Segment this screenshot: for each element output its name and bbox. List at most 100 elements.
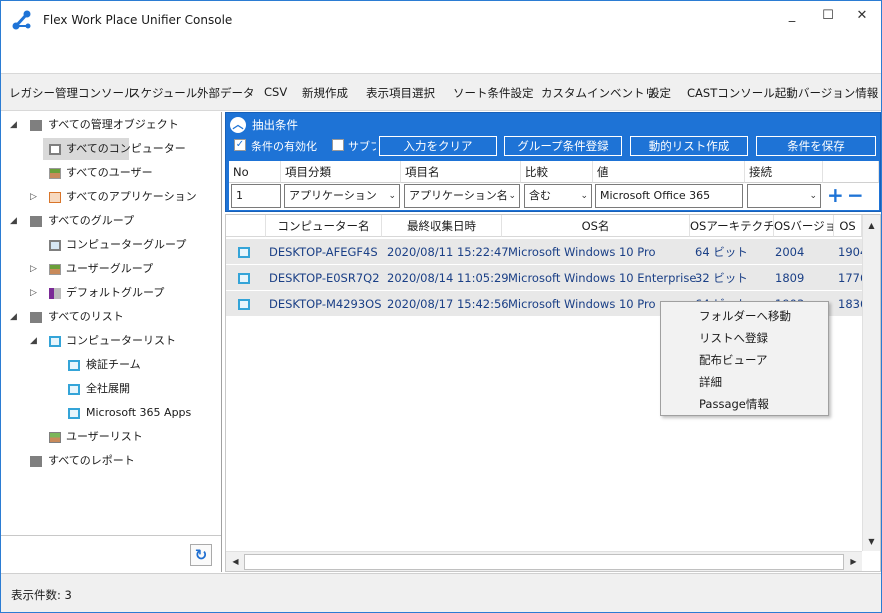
tree-item-computer-list[interactable]: ◢ コンピューターリスト [1, 330, 221, 352]
chevron-down-icon[interactable]: ⌄ [809, 185, 817, 207]
tree-item-all-reports[interactable]: すべてのレポート [1, 450, 221, 472]
app-window: Flex Work Place Unifier Console _ ☐ ✕ レガ… [0, 0, 882, 613]
application-icon [49, 192, 61, 203]
tree-item-all-users[interactable]: すべてのユーザー [43, 162, 213, 184]
menu-display-items[interactable]: 表示項目選択 [366, 85, 435, 101]
column-header-os-architecture[interactable]: OSアーキテクチャ [690, 215, 774, 237]
column-header-item-name: 項目名 [401, 161, 521, 183]
save-condition-button[interactable]: 条件を保存 [756, 136, 876, 156]
menu-sort-settings[interactable]: ソート条件設定 [453, 85, 534, 101]
os-version-cell: 2004 [775, 245, 805, 259]
chevron-down-icon[interactable]: ⌄ [388, 185, 396, 207]
computer-icon [238, 247, 250, 258]
chevron-down-icon[interactable]: ⌄ [580, 185, 588, 207]
menu-external-data[interactable]: 外部データ [197, 85, 255, 101]
value-input[interactable]: Microsoft Office 365 [595, 184, 743, 208]
tree-item-verification-team[interactable]: 検証チーム [1, 354, 221, 376]
menu-legacy-console[interactable]: レガシー管理コンソール [9, 85, 136, 101]
expanded-arrow-icon[interactable]: ◢ [10, 210, 17, 232]
expanded-arrow-icon[interactable]: ◢ [10, 114, 17, 136]
column-header-last-collected[interactable]: 最終収集日時 [382, 215, 502, 237]
title-bar: Flex Work Place Unifier Console _ ☐ ✕ [1, 1, 881, 65]
menu-settings[interactable]: 設定 [648, 85, 671, 101]
clear-input-button[interactable]: 入力をクリア [379, 136, 497, 156]
status-bar: 表示件数: 3 [1, 573, 881, 612]
menu-schedule[interactable]: スケジュール [129, 85, 197, 101]
collapsed-arrow-icon[interactable]: ▷ [30, 186, 37, 208]
tree-item-label: すべての管理オブジェクト [48, 118, 179, 131]
scroll-down-icon[interactable]: ▼ [863, 533, 880, 550]
close-button[interactable]: ✕ [847, 5, 877, 27]
tree-item-computer-group[interactable]: コンピューターグループ [1, 234, 221, 256]
column-header-compare: 比較 [521, 161, 593, 183]
sub-checkbox[interactable] [332, 139, 344, 151]
menu-custom-inventory[interactable]: カスタムインベントリ [541, 85, 656, 101]
context-move-to-folder[interactable]: フォルダーへ移動 [699, 305, 791, 327]
filter-title: 抽出条件 [252, 118, 298, 132]
tree-item-default-group[interactable]: ▷ デフォルトグループ [1, 282, 221, 304]
remove-condition-icon[interactable]: − [847, 185, 864, 205]
column-header-os-build[interactable]: OS [834, 215, 862, 237]
column-header-computer-name[interactable]: コンピューター名 [266, 215, 382, 237]
expanded-arrow-icon[interactable]: ◢ [30, 330, 37, 352]
menu-version-info[interactable]: バージョン情報 [798, 85, 878, 101]
enable-condition-checkbox[interactable]: ✓ [234, 139, 246, 151]
column-header-value: 値 [593, 161, 745, 183]
context-menu: フォルダーへ移動 リストへ登録 配布ビューア 詳細 Passage情報 [660, 301, 829, 416]
menu-bar: レガシー管理コンソール スケジュール 外部データ CSV 新規作成 表示項目選択… [1, 73, 881, 111]
scroll-up-icon[interactable]: ▲ [863, 217, 880, 234]
computer-name-cell: DESKTOP-AFEGF4S [269, 245, 378, 259]
category-select[interactable]: アプリケーション ⌄ [284, 184, 400, 208]
register-group-condition-button[interactable]: グループ条件登録 [504, 136, 622, 156]
tree-footer: ↻ [1, 535, 221, 572]
condition-no-field[interactable]: 1 [231, 184, 281, 208]
column-header-os-name[interactable]: OS名 [502, 215, 690, 237]
context-details[interactable]: 詳細 [699, 371, 722, 393]
scroll-left-icon[interactable]: ◀ [227, 553, 244, 570]
vertical-scrollbar[interactable]: ▲ ▼ [862, 215, 880, 551]
tree-item-label: コンピューターリスト [66, 334, 176, 347]
computer-list-icon [68, 360, 80, 371]
context-passage-info[interactable]: Passage情報 [699, 393, 769, 415]
connect-select[interactable]: ⌄ [747, 184, 821, 208]
scroll-right-icon[interactable]: ▶ [845, 553, 862, 570]
expanded-arrow-icon[interactable]: ◢ [10, 306, 17, 328]
tree-item-all-lists[interactable]: ◢ すべてのリスト [1, 306, 221, 328]
menu-cast-console[interactable]: CASTコンソール起動 [687, 85, 798, 101]
tree-item-all-managed-objects[interactable]: ◢ すべての管理オブジェクト [1, 114, 221, 136]
context-register-to-list[interactable]: リストへ登録 [699, 327, 768, 349]
create-dynamic-list-button[interactable]: 動的リスト作成 [630, 136, 748, 156]
tree-item-label: 全社展開 [86, 382, 130, 395]
minimize-button[interactable]: _ [777, 5, 807, 27]
refresh-icon[interactable]: ↻ [190, 544, 212, 566]
collapse-up-icon[interactable]: ︿ [230, 117, 246, 133]
horizontal-scroll-thumb[interactable] [244, 554, 844, 570]
collapsed-arrow-icon[interactable]: ▷ [30, 282, 37, 304]
column-header-os-version[interactable]: OSバージョン [774, 215, 834, 237]
tree-item-user-group[interactable]: ▷ ユーザーグループ [1, 258, 221, 280]
tree-item-all-groups[interactable]: ◢ すべてのグループ [1, 210, 221, 232]
horizontal-scrollbar[interactable]: ◀ ▶ [226, 551, 862, 571]
context-distribution-viewer[interactable]: 配布ビューア [699, 349, 768, 371]
user-list-icon [49, 432, 61, 443]
table-row[interactable]: DESKTOP-E0SR7Q2 2020/08/14 11:05:29 Micr… [226, 265, 867, 291]
compare-select[interactable]: 含む ⌄ [524, 184, 592, 208]
add-condition-icon[interactable]: + [827, 185, 844, 205]
maximize-button[interactable]: ☐ [813, 5, 843, 27]
user-icon [49, 168, 61, 179]
sub-checkbox-label[interactable]: サブフ [348, 138, 376, 154]
tree-item-company-rollout[interactable]: 全社展開 [1, 378, 221, 400]
table-row[interactable]: DESKTOP-AFEGF4S 2020/08/11 15:22:47 Micr… [226, 239, 867, 265]
item-name-select[interactable]: アプリケーション名 ⌄ [404, 184, 520, 208]
tree-item-all-computers[interactable]: すべてのコンピューター [43, 138, 186, 160]
tree-item-all-applications[interactable]: ▷ すべてのアプリケーション [1, 186, 221, 208]
enable-condition-label[interactable]: 条件の有効化 [251, 138, 317, 154]
tree-item-microsoft-365-apps[interactable]: Microsoft 365 Apps [1, 402, 221, 424]
menu-csv[interactable]: CSV [264, 85, 287, 99]
tree-item-user-list[interactable]: ユーザーリスト [1, 426, 221, 448]
tree-item-label: すべてのレポート [48, 454, 135, 467]
chevron-down-icon[interactable]: ⌄ [508, 185, 516, 207]
collapsed-arrow-icon[interactable]: ▷ [30, 258, 37, 280]
folder-icon [30, 312, 42, 323]
menu-new[interactable]: 新規作成 [302, 85, 348, 101]
